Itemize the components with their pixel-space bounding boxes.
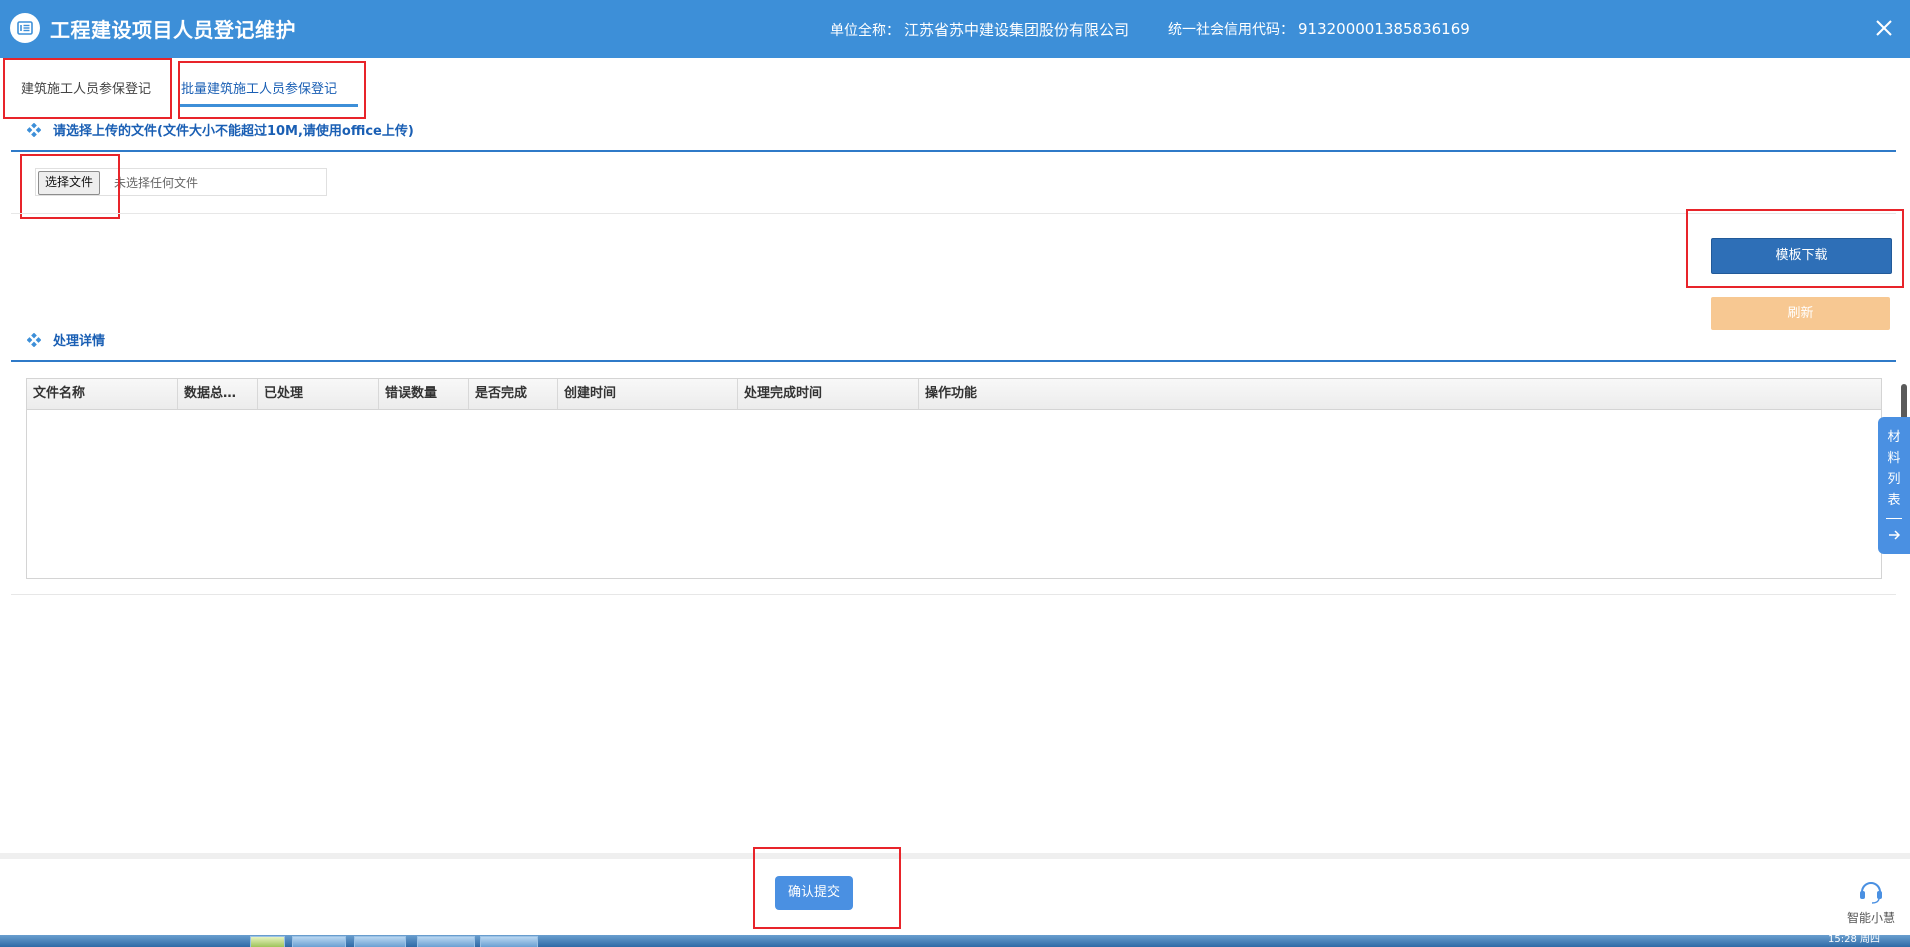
arrow-right-icon[interactable] [1887, 527, 1901, 546]
window-header: 工程建设项目人员登记维护 单位全称： 江苏省苏中建设集团股份有限公司 统一社会信用… [0, 0, 1910, 58]
taskbar-clock: 15:28 周四 [1828, 934, 1880, 945]
credit-code-label: 统一社会信用代码： [1168, 22, 1294, 38]
tab-bar: 建筑施工人员参保登记 批量建筑施工人员参保登记 [0, 62, 1910, 112]
file-status-text: 未选择任何文件 [114, 176, 199, 190]
unit-name-value: 江苏省苏中建设集团股份有限公司 [904, 21, 1130, 39]
close-icon[interactable] [1872, 16, 1896, 40]
taskbar-app-button[interactable] [417, 936, 475, 947]
column-header[interactable]: 文件名称 [27, 379, 178, 409]
confirm-submit-button[interactable]: 确认提交 [775, 876, 853, 910]
tab-single-registration[interactable]: 建筑施工人员参保登记 [21, 78, 151, 97]
taskbar-app-button[interactable] [250, 936, 285, 947]
material-list-panel[interactable]: 材料列表 [1878, 417, 1910, 554]
refresh-button[interactable]: 刷新 [1711, 297, 1890, 330]
taskbar-app-button[interactable] [480, 936, 538, 947]
page-title: 工程建设项目人员登记维护 [50, 18, 296, 42]
assistant-button[interactable]: 智能小慧 [1842, 877, 1900, 925]
details-section-title: 处理详情 [53, 334, 106, 349]
upload-section-header: 请选择上传的文件(文件大小不能超过10M,请使用office上传) [26, 120, 414, 139]
divider [1886, 518, 1902, 519]
column-header[interactable]: 创建时间 [558, 379, 738, 409]
column-header[interactable]: 已处理 [258, 379, 379, 409]
assistant-label: 智能小慧 [1846, 911, 1895, 925]
column-header[interactable]: 处理完成时间 [738, 379, 919, 409]
section-divider [11, 150, 1896, 152]
tab-batch-registration[interactable]: 批量建筑施工人员参保登记 [181, 78, 337, 97]
active-tab-indicator [180, 104, 358, 107]
material-list-label: 材料列表 [1887, 430, 1901, 508]
footer-border [0, 853, 1910, 859]
template-download-button[interactable]: 模板下载 [1711, 238, 1892, 274]
column-header[interactable]: 数据总… [178, 379, 258, 409]
choose-file-button[interactable]: 选择文件 [38, 171, 101, 195]
column-header[interactable]: 错误数量 [379, 379, 469, 409]
upload-section-title: 请选择上传的文件(文件大小不能超过10M,请使用office上传) [53, 124, 414, 139]
credit-code: 统一社会信用代码： 913200001385836169 [1168, 19, 1470, 39]
section-divider [11, 594, 1896, 595]
section-divider [11, 360, 1896, 362]
list-icon [10, 13, 40, 43]
taskbar-app-button[interactable] [354, 936, 406, 947]
file-input[interactable]: 选择文件 未选择任何文件 [35, 168, 327, 196]
diamond-icon [26, 122, 42, 138]
unit-name-label: 单位全称： [830, 23, 900, 39]
credit-code-value: 913200001385836169 [1298, 20, 1470, 38]
table-header: 文件名称 数据总… 已处理 错误数量 是否完成 创建时间 处理完成时间 操作功能 [27, 379, 1881, 410]
taskbar-app-button[interactable] [292, 936, 346, 947]
details-section-header: 处理详情 [26, 330, 106, 349]
column-header[interactable]: 是否完成 [469, 379, 558, 409]
os-taskbar: 15:28 周四 [0, 935, 1910, 947]
unit-name: 单位全称： 江苏省苏中建设集团股份有限公司 [830, 19, 1129, 40]
section-divider [11, 213, 1896, 214]
processing-table: 文件名称 数据总… 已处理 错误数量 是否完成 创建时间 处理完成时间 操作功能 [26, 378, 1882, 579]
diamond-icon [26, 332, 42, 348]
headset-icon [1860, 882, 1882, 904]
column-header[interactable]: 操作功能 [919, 379, 1881, 409]
